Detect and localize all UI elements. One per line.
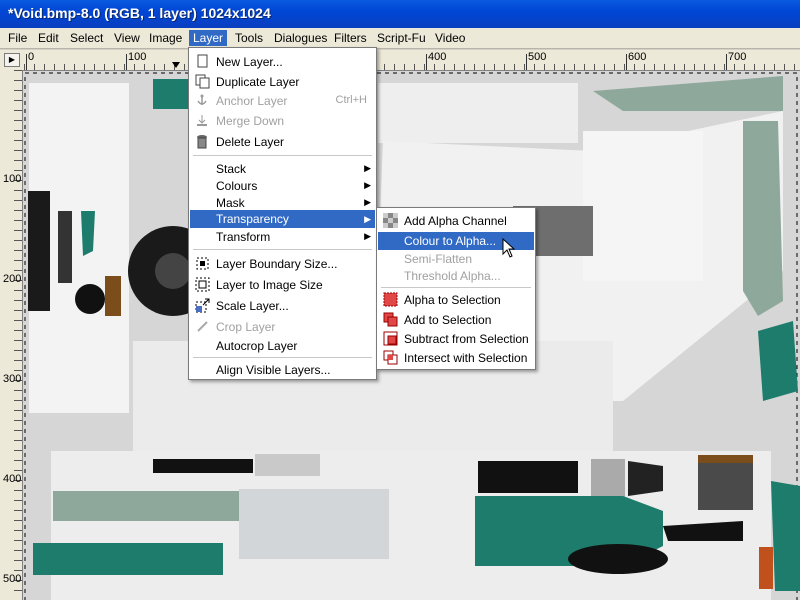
menu-video[interactable]: Video xyxy=(431,30,469,46)
menu-item-transform[interactable]: Transform ▶ xyxy=(190,227,375,247)
menu-item-duplicate-layer[interactable]: Duplicate Layer xyxy=(190,72,375,92)
menu-item-delete-layer[interactable]: Delete Layer xyxy=(190,132,375,152)
menu-item-label: Anchor Layer xyxy=(216,94,288,108)
menu-filters[interactable]: Filters xyxy=(330,30,371,46)
menu-item-label: New Layer... xyxy=(216,55,283,69)
menu-item-label: Alpha to Selection xyxy=(404,293,501,307)
menu-item-merge-down: Merge Down xyxy=(190,111,375,131)
menu-item-crop-layer: Crop Layer xyxy=(190,317,375,337)
submenu-arrow-icon: ▶ xyxy=(364,231,371,241)
submenu-arrow-icon: ▶ xyxy=(364,214,371,224)
alpha-selection-icon xyxy=(383,292,398,307)
menu-item-new-layer[interactable]: New Layer... xyxy=(190,52,375,72)
menu-item-label: Scale Layer... xyxy=(216,299,289,313)
mouse-pointer-icon xyxy=(502,237,516,261)
ruler-label: 0 xyxy=(28,51,35,63)
ruler-label: 300 xyxy=(3,373,22,385)
vertical-ruler[interactable]: 100 200 300 400 500 xyxy=(0,70,23,600)
menu-edit[interactable]: Edit xyxy=(34,30,63,46)
menu-item-label: Delete Layer xyxy=(216,135,285,149)
menu-item-transparency[interactable]: Transparency ▶ xyxy=(190,210,375,228)
menu-file[interactable]: File xyxy=(4,30,31,46)
menu-item-label: Layer Boundary Size... xyxy=(216,257,338,271)
subtract-selection-icon xyxy=(383,331,398,346)
menu-layer[interactable]: Layer xyxy=(189,30,228,46)
menu-item-label: Colour to Alpha... xyxy=(404,234,497,248)
anchor-icon xyxy=(195,93,210,108)
ruler-label: 700 xyxy=(728,51,747,63)
menu-item-scale-layer[interactable]: Scale Layer... xyxy=(190,296,375,316)
menu-item-label: Align Visible Layers... xyxy=(216,363,331,377)
menu-item-label: Semi-Flatten xyxy=(404,252,473,266)
menu-item-add-to-selection[interactable]: Add to Selection xyxy=(378,310,534,330)
menu-item-label: Crop Layer xyxy=(216,320,276,334)
menu-item-align-visible-layers[interactable]: Align Visible Layers... xyxy=(190,360,375,380)
transparency-submenu: Add Alpha Channel Colour to Alpha... Sem… xyxy=(376,207,536,370)
menu-dialogues[interactable]: Dialogues xyxy=(270,30,331,46)
menu-item-layer-boundary-size[interactable]: Layer Boundary Size... xyxy=(190,254,375,274)
menu-item-label: Intersect with Selection xyxy=(404,351,528,365)
ruler-label: 400 xyxy=(428,51,447,63)
menu-item-layer-to-image-size[interactable]: Layer to Image Size xyxy=(190,275,375,295)
menu-separator xyxy=(193,249,372,250)
menu-item-label: Transparency xyxy=(216,212,289,226)
ruler-label: 400 xyxy=(3,473,22,485)
merge-down-icon xyxy=(195,113,210,128)
ruler-label: 500 xyxy=(528,51,547,63)
duplicate-layer-icon xyxy=(195,74,210,89)
submenu-arrow-icon: ▶ xyxy=(364,197,371,207)
menu-item-anchor-layer: Anchor Layer Ctrl+H xyxy=(190,91,375,111)
submenu-arrow-icon: ▶ xyxy=(364,180,371,190)
menu-item-label: Merge Down xyxy=(216,114,285,128)
menu-item-label: Layer to Image Size xyxy=(216,278,323,292)
crop-icon xyxy=(195,319,210,334)
ruler-label: 200 xyxy=(3,273,22,285)
menu-item-autocrop-layer[interactable]: Autocrop Layer xyxy=(190,336,375,356)
menu-item-label: Subtract from Selection xyxy=(404,332,529,346)
submenu-arrow-icon: ▶ xyxy=(364,163,371,173)
menu-item-subtract-from-selection[interactable]: Subtract from Selection xyxy=(378,329,534,349)
menu-tools[interactable]: Tools xyxy=(231,30,267,46)
navigate-icon[interactable]: ▶ xyxy=(4,53,20,67)
menu-select[interactable]: Select xyxy=(66,30,107,46)
menu-separator xyxy=(193,155,372,156)
layer-boundary-icon xyxy=(195,256,210,271)
menu-item-label: Autocrop Layer xyxy=(216,339,298,353)
new-layer-icon xyxy=(195,54,210,69)
scale-icon xyxy=(195,298,210,313)
trash-icon xyxy=(195,134,210,149)
menu-item-add-alpha-channel[interactable]: Add Alpha Channel xyxy=(378,211,534,231)
checker-icon xyxy=(383,213,398,228)
layer-to-image-icon xyxy=(195,277,210,292)
menu-script-fu[interactable]: Script-Fu xyxy=(373,30,430,46)
menu-item-label: Mask xyxy=(216,196,245,210)
menu-item-label: Add Alpha Channel xyxy=(404,214,507,228)
title-bar: *Void.bmp-8.0 (RGB, 1 layer) 1024x1024 xyxy=(0,0,800,28)
menu-image[interactable]: Image xyxy=(145,30,186,46)
ruler-label: 100 xyxy=(3,173,22,185)
menu-separator xyxy=(381,287,531,288)
menu-item-label: Duplicate Layer xyxy=(216,75,300,89)
horizontal-ruler[interactable]: 0 100 200 300 400 500 600 700 xyxy=(24,50,800,71)
quick-mask-corner[interactable]: ▶ xyxy=(0,50,25,71)
menu-view[interactable]: View xyxy=(110,30,144,46)
menu-item-label: Stack xyxy=(216,162,247,176)
menu-item-label: Transform xyxy=(216,230,271,244)
layer-menu: New Layer... Duplicate Layer Anchor Laye… xyxy=(188,47,377,380)
menu-item-alpha-to-selection[interactable]: Alpha to Selection xyxy=(378,290,534,310)
menu-bar: File Edit Select View Image Layer Tools … xyxy=(0,28,800,49)
menu-separator xyxy=(193,357,372,358)
window-title: *Void.bmp-8.0 (RGB, 1 layer) 1024x1024 xyxy=(8,5,271,21)
intersect-selection-icon xyxy=(383,350,398,365)
ruler-label: 500 xyxy=(3,573,22,585)
add-selection-icon xyxy=(383,312,398,327)
shortcut-label: Ctrl+H xyxy=(335,94,367,106)
menu-item-threshold-alpha: Threshold Alpha... xyxy=(378,266,534,286)
menu-item-label: Threshold Alpha... xyxy=(404,269,501,283)
menu-item-label: Add to Selection xyxy=(404,313,492,327)
ruler-label: 100 xyxy=(128,51,147,63)
ruler-label: 600 xyxy=(628,51,647,63)
menu-item-label: Colours xyxy=(216,179,258,193)
menu-item-intersect-with-selection[interactable]: Intersect with Selection xyxy=(378,348,534,368)
